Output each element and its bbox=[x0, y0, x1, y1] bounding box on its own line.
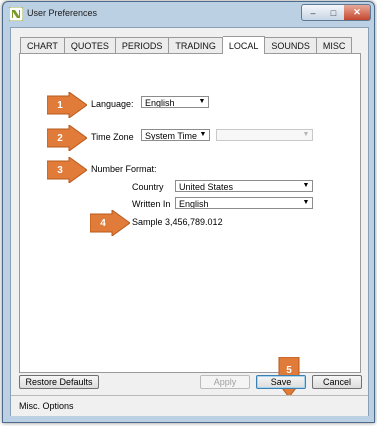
restore-defaults-button[interactable]: Restore Defaults bbox=[19, 375, 99, 389]
country-label: Country bbox=[132, 182, 164, 192]
maximize-button[interactable]: □ bbox=[323, 4, 345, 21]
written-in-label: Written In bbox=[132, 199, 171, 209]
timezone-select-value: System Time bbox=[145, 131, 198, 141]
close-button[interactable]: ✕ bbox=[344, 4, 371, 21]
written-in-select[interactable]: English ▼ bbox=[175, 197, 313, 209]
callout-3-number: 3 bbox=[57, 164, 63, 176]
local-settings-panel: 1 Language: English ▼ 2 Time Zone System… bbox=[19, 53, 361, 397]
status-bar: Misc. Options bbox=[11, 395, 368, 416]
dialog-client-area: CHART QUOTES PERIODS TRADING LOCAL SOUND… bbox=[10, 27, 369, 416]
ninja-logo-icon bbox=[8, 6, 24, 22]
sample-number-text: Sample 3,456,789.012 bbox=[132, 217, 223, 227]
callout-2-arrow: 2 bbox=[47, 125, 87, 151]
callout-2-number: 2 bbox=[57, 132, 63, 144]
written-in-select-value: English bbox=[179, 199, 209, 209]
tab-chart[interactable]: CHART bbox=[20, 37, 65, 53]
title-bar[interactable]: User Preferences – □ ✕ bbox=[3, 2, 374, 26]
tab-local[interactable]: LOCAL bbox=[222, 36, 266, 54]
callout-1-number: 1 bbox=[57, 99, 63, 111]
chevron-down-icon: ▼ bbox=[302, 182, 310, 189]
apply-button[interactable]: Apply bbox=[200, 375, 250, 389]
timezone-select[interactable]: System Time ▼ bbox=[141, 129, 210, 141]
language-select-value: English bbox=[145, 98, 175, 108]
timezone-label: Time Zone bbox=[91, 132, 134, 142]
cancel-button[interactable]: Cancel bbox=[312, 375, 362, 389]
tab-quotes[interactable]: QUOTES bbox=[64, 37, 116, 53]
country-select-value: United States bbox=[179, 182, 234, 192]
timezone-secondary-select[interactable]: ▼ bbox=[216, 129, 313, 141]
chevron-down-icon: ▼ bbox=[198, 98, 206, 105]
tab-sounds[interactable]: SOUNDS bbox=[265, 37, 317, 53]
language-select[interactable]: English ▼ bbox=[141, 96, 209, 108]
chevron-down-icon: ▼ bbox=[199, 131, 207, 138]
preferences-window: User Preferences – □ ✕ CHART QUOTES PERI… bbox=[2, 1, 375, 423]
window-title: User Preferences bbox=[27, 8, 98, 18]
country-select[interactable]: United States ▼ bbox=[175, 180, 313, 192]
callout-3-arrow: 3 bbox=[47, 157, 87, 183]
callout-4-number: 4 bbox=[100, 217, 106, 229]
tab-strip: CHART QUOTES PERIODS TRADING LOCAL SOUND… bbox=[20, 36, 353, 54]
tab-periods[interactable]: PERIODS bbox=[115, 37, 170, 53]
save-button[interactable]: Save bbox=[256, 375, 306, 389]
number-format-label: Number Format: bbox=[91, 164, 157, 174]
callout-1-arrow: 1 bbox=[47, 92, 87, 118]
chevron-down-icon: ▼ bbox=[302, 131, 310, 138]
chevron-down-icon: ▼ bbox=[302, 199, 310, 206]
status-text: Misc. Options bbox=[19, 401, 74, 411]
minimize-button[interactable]: – bbox=[301, 4, 325, 21]
language-label: Language: bbox=[91, 99, 134, 109]
callout-4-arrow: 4 bbox=[90, 210, 130, 236]
tab-trading[interactable]: TRADING bbox=[169, 37, 223, 53]
tab-misc[interactable]: MISC bbox=[316, 37, 353, 53]
